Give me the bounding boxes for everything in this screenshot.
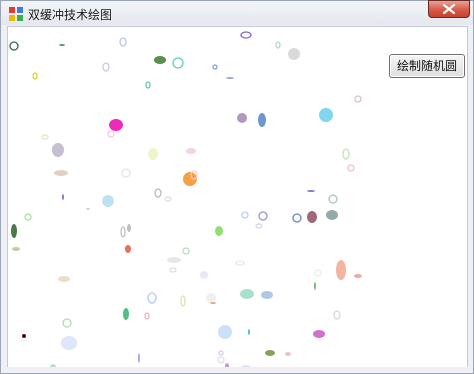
window-title: 双缓冲技术绘图 — [28, 8, 113, 22]
random-circle — [120, 226, 126, 238]
random-circle — [148, 148, 158, 160]
random-circle — [121, 168, 131, 178]
random-circle — [164, 196, 172, 202]
random-circle — [354, 274, 362, 278]
random-circle — [102, 195, 114, 207]
random-circle — [61, 336, 77, 350]
random-circle — [218, 325, 232, 339]
random-circle — [123, 308, 129, 320]
random-circle — [217, 356, 225, 364]
random-circle — [333, 310, 341, 320]
random-circle — [182, 247, 190, 255]
random-circle — [210, 302, 216, 304]
random-circle — [248, 329, 250, 335]
random-circle — [169, 267, 177, 273]
random-circle — [200, 271, 208, 279]
random-circle — [313, 330, 325, 338]
random-circle — [307, 211, 317, 223]
app-icon — [9, 7, 23, 21]
random-circle — [138, 353, 140, 363]
random-circle — [235, 260, 245, 266]
random-circle — [172, 57, 184, 69]
drawing-area: 绘制随机圆 — [7, 26, 468, 368]
random-circle — [218, 350, 224, 356]
app-window: 双缓冲技术绘图 绘制随机圆 — [0, 0, 474, 374]
random-circle — [347, 164, 355, 172]
random-circle — [32, 72, 38, 80]
random-circle — [241, 211, 249, 219]
random-circle — [41, 134, 49, 140]
random-circle — [22, 334, 26, 338]
random-circle — [102, 62, 110, 72]
random-circle — [336, 260, 346, 280]
random-circle — [62, 194, 64, 200]
random-circle — [261, 291, 273, 299]
random-circle — [240, 31, 252, 39]
random-circle — [54, 170, 68, 176]
random-circle — [319, 108, 333, 122]
window-bottom-border — [1, 367, 473, 373]
random-circle — [226, 77, 234, 79]
random-circle — [167, 257, 181, 263]
random-circle — [180, 295, 186, 307]
random-circle — [147, 292, 157, 304]
random-circle — [119, 37, 127, 47]
random-circle — [237, 113, 247, 123]
random-circle — [288, 48, 300, 60]
random-circle — [59, 44, 65, 46]
random-circle — [62, 318, 72, 328]
random-circle — [265, 350, 275, 356]
random-circle — [292, 213, 302, 223]
random-circle — [328, 194, 338, 204]
close-button[interactable] — [428, 0, 470, 18]
random-circle — [258, 211, 268, 221]
random-circle — [275, 41, 281, 49]
random-circle — [255, 223, 263, 229]
random-circle — [12, 247, 20, 251]
circle-canvas — [9, 31, 362, 367]
random-circle — [52, 143, 64, 157]
random-circle — [314, 269, 322, 277]
title-bar[interactable]: 双缓冲技术绘图 — [1, 0, 473, 25]
random-circle — [107, 130, 115, 138]
random-circle — [144, 312, 150, 320]
random-circle — [127, 224, 131, 232]
random-circle — [11, 224, 17, 238]
random-circle — [186, 148, 196, 154]
random-circle — [326, 210, 338, 220]
random-circle — [125, 245, 131, 253]
random-circle — [258, 113, 266, 127]
random-circle — [154, 56, 166, 64]
random-circle — [9, 41, 19, 51]
random-circle — [354, 95, 362, 103]
random-circle — [109, 119, 123, 131]
random-circle — [154, 188, 162, 198]
random-circle — [24, 213, 32, 221]
draw-random-circles-button[interactable]: 绘制随机圆 — [389, 54, 465, 78]
random-circle — [240, 289, 254, 299]
random-circle — [307, 190, 315, 192]
random-circle — [342, 148, 350, 160]
random-circle — [212, 64, 218, 70]
random-circle — [215, 226, 223, 236]
random-circle — [314, 282, 316, 290]
random-circle — [145, 81, 151, 89]
random-circle — [58, 276, 70, 282]
random-circle — [285, 352, 291, 356]
random-circle — [86, 208, 90, 210]
random-circle — [206, 293, 216, 303]
close-icon — [442, 3, 456, 15]
